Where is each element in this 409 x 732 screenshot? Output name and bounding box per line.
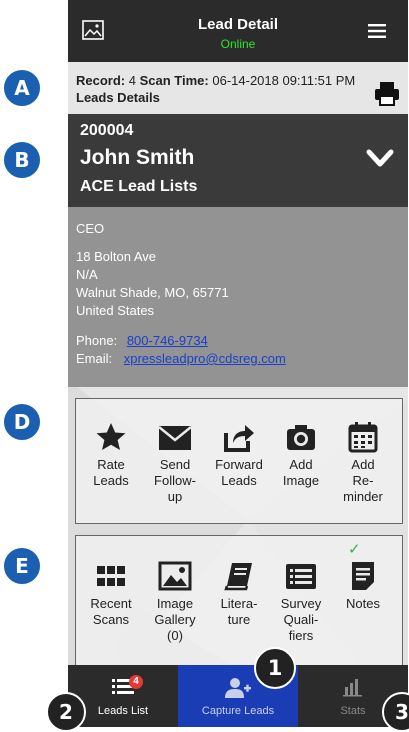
list-icon [286, 564, 316, 589]
lead-list-name: ACE Lead Lists [80, 178, 198, 195]
annotation-marker-e: E [2, 546, 42, 586]
record-label: Record: [76, 73, 126, 88]
envelope-icon [158, 426, 192, 450]
lead-number: 200004 [80, 122, 134, 139]
bottom-tab-bar: 4 Leads List Capture Leads Stats [68, 665, 408, 727]
annotation-marker-2: 2 [46, 692, 86, 732]
tile-label: Notes [346, 596, 380, 611]
phone-label: Phone: [76, 333, 118, 348]
contact-header[interactable]: 200004 John Smith ACE Lead Lists [68, 114, 408, 207]
tile-label: Recent [90, 596, 132, 611]
recent-scans-button[interactable]: Recent Scans [80, 560, 142, 628]
record-value: 4 [128, 73, 136, 88]
tile-label: Re- [352, 473, 374, 488]
city-state-zip: Walnut Shade, MO, 65771 [76, 285, 229, 300]
annotation-marker-1: 1 [254, 647, 296, 689]
page-title: Lead Detail [197, 16, 279, 33]
job-title: CEO [76, 221, 105, 236]
book-icon [224, 563, 252, 591]
survey-qualifiers-button[interactable]: Survey Quali- fiers [270, 560, 332, 644]
tile-label: Scans [92, 612, 130, 627]
calendar-icon [348, 422, 378, 453]
annotation-marker-a: A [2, 68, 42, 108]
notes-check-icon: ✓ [348, 541, 361, 558]
contact-details: CEO 18 Bolton Ave N/A Walnut Shade, MO, … [68, 207, 408, 387]
rate-leads-button[interactable]: Rate Leads [80, 421, 142, 489]
tile-label: Add [289, 457, 313, 472]
tile-label: Leads [221, 473, 257, 488]
tile-label: Follow- [154, 473, 196, 488]
tile-label: Forward [215, 457, 263, 472]
literature-button[interactable]: Litera- ture [208, 560, 270, 628]
tile-label: Add [351, 457, 375, 472]
tile-label: Gallery [154, 612, 196, 627]
notes-button[interactable]: Notes [332, 560, 394, 612]
tile-label: up [167, 489, 183, 504]
image-gallery-button[interactable]: Image Gallery (0) [144, 560, 206, 644]
app-screen: Lead Detail Online Record: 4 Scan Time: … [68, 0, 408, 727]
tile-label: Image [282, 473, 320, 488]
lead-actions-panel: Rate Leads Send Follow- up Forward Leads [75, 398, 403, 524]
tile-label: Quali- [283, 612, 319, 627]
country: United States [76, 303, 155, 318]
chevron-down-icon[interactable] [366, 144, 394, 172]
add-reminder-button[interactable]: Add Re- minder [332, 421, 394, 505]
address-line-1: 18 Bolton Ave [76, 249, 156, 264]
hamburger-menu-icon[interactable] [368, 24, 386, 38]
phone-link[interactable]: 800-746-9734 [127, 333, 208, 348]
scan-time-value: 06-14-2018 09:11:51 PM [212, 73, 356, 88]
tile-label: Survey [280, 596, 322, 611]
tile-label: fiers [288, 628, 314, 643]
annotation-marker-d: D [2, 402, 42, 442]
record-info: Record: 4 Scan Time: 06-14-2018 09:11:51… [76, 73, 406, 105]
email-link[interactable]: xpressleadpro@cdsreg.com [124, 351, 286, 366]
share-icon [224, 425, 254, 452]
leads-count-badge: 4 [129, 675, 143, 689]
address-line-2: N/A [76, 267, 98, 282]
add-image-button[interactable]: Add Image [270, 421, 332, 489]
tile-label: Send [159, 457, 191, 472]
annotation-marker-b: B [2, 140, 42, 180]
online-status: Online [220, 37, 256, 51]
notes-icon [352, 562, 374, 590]
email-label: Email: [76, 351, 113, 366]
camera-icon [287, 425, 315, 450]
send-follow-up-button[interactable]: Send Follow- up [144, 421, 206, 505]
tile-label: Leads [93, 473, 129, 488]
printer-icon[interactable] [374, 80, 400, 106]
image-icon [158, 561, 192, 591]
section-label: Leads Details [76, 90, 160, 105]
add-person-icon [225, 678, 251, 698]
star-icon [96, 423, 126, 450]
tile-label: Rate [97, 457, 125, 472]
tab-label: Capture Leads [201, 705, 275, 717]
tile-label: minder [343, 489, 383, 504]
tile-label: Image [156, 596, 194, 611]
forward-leads-button[interactable]: Forward Leads [208, 421, 270, 489]
scan-time-label: Scan Time: [139, 73, 209, 88]
grid-icon [97, 566, 125, 586]
lead-tools-panel: ✓ Recent Scans Image Gallery (0) Litera-… [75, 535, 403, 667]
bar-chart-icon [343, 679, 362, 697]
tile-label: Litera- [220, 596, 258, 611]
contact-name: John Smith [80, 146, 195, 169]
tile-label: ture [227, 612, 251, 627]
tile-label: (0) [167, 628, 183, 643]
app-header: Lead Detail Online [68, 0, 408, 62]
